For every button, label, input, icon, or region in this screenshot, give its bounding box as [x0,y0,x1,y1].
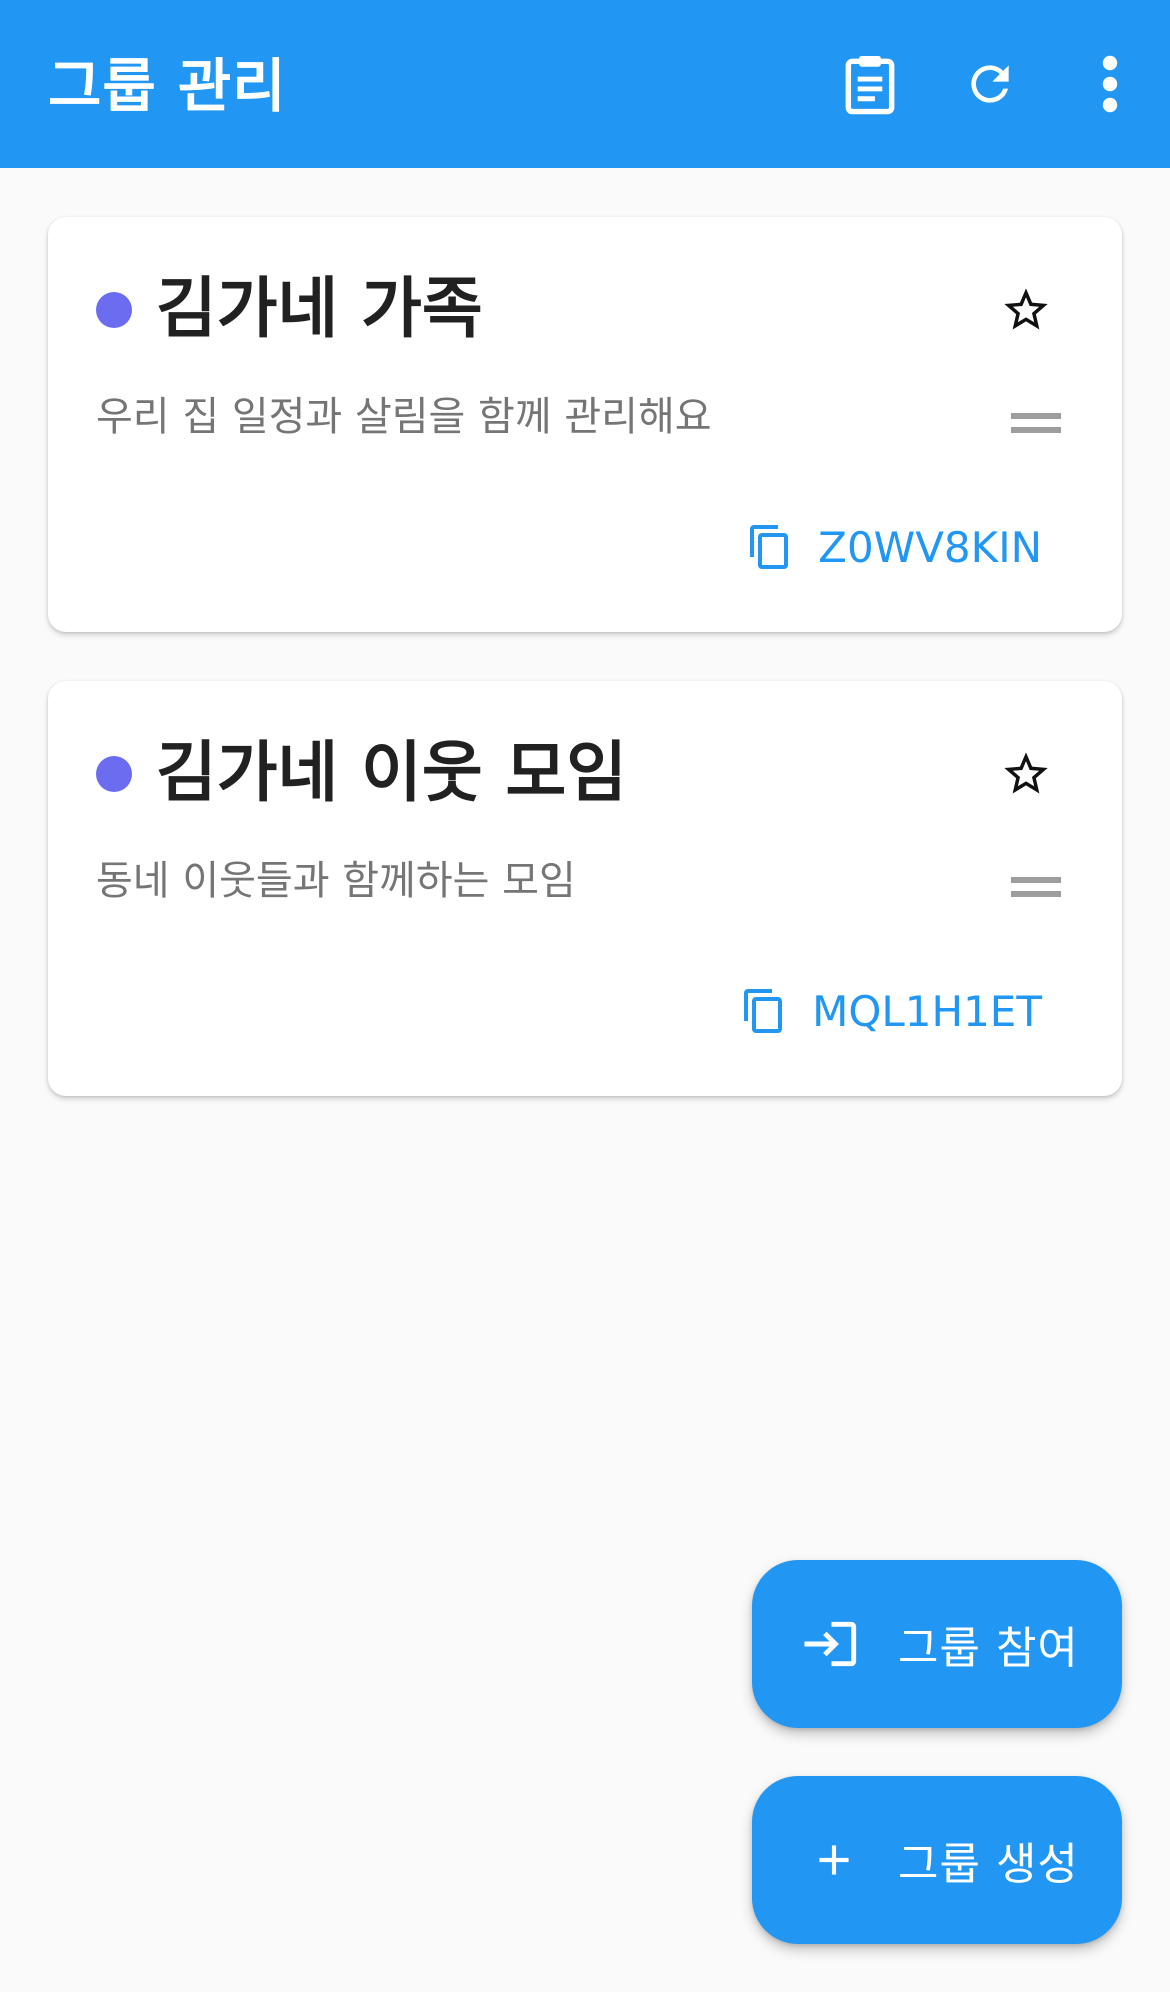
refresh-button[interactable] [946,40,1034,128]
group-card[interactable]: 김가네 가족 우리 집 일정과 살림을 함께 관리해요 Z0WV8KIN [48,217,1122,632]
copy-icon [744,989,783,1033]
more-vert-icon [1102,55,1118,113]
add-icon [802,1828,866,1892]
join-group-button[interactable]: 그룹 참여 [752,1560,1122,1728]
star-outline-icon [1004,288,1048,330]
refresh-icon [971,65,1009,103]
copy-icon [750,525,789,569]
join-group-label: 그룹 참여 [898,1623,1079,1674]
drag-handle-icon[interactable] [1011,413,1063,437]
create-group-button[interactable]: 그룹 생성 [752,1776,1122,1944]
group-name: 김가네 가족 [156,270,483,347]
invite-code: Z0WV8KIN [818,522,1042,572]
group-description: 우리 집 일정과 살림을 함께 관리해요 [96,394,712,440]
favorite-button[interactable] [998,282,1054,338]
star-outline-icon [1004,752,1048,794]
drag-handle-icon[interactable] [1011,877,1063,901]
invite-code: MQL1H1ET [812,986,1042,1036]
group-description: 동네 이웃들과 함께하는 모임 [96,858,576,904]
login-icon [802,1612,866,1676]
group-card[interactable]: 김가네 이웃 모임 동네 이웃들과 함께하는 모임 MQL1H1ET [48,681,1122,1096]
copy-invite-code-button[interactable]: MQL1H1ET [742,971,1042,1051]
group-color-dot [96,756,132,792]
app-bar: 그룹 관리 [0,0,1170,168]
clipboard-icon [845,55,895,115]
favorite-button[interactable] [998,746,1054,802]
clipboard-button[interactable] [826,40,914,128]
group-color-dot [96,292,132,328]
group-name: 김가네 이웃 모임 [156,734,627,811]
more-options-button[interactable] [1066,40,1154,128]
copy-invite-code-button[interactable]: Z0WV8KIN [748,507,1042,587]
page-title: 그룹 관리 [48,52,287,120]
create-group-label: 그룹 생성 [898,1839,1079,1890]
